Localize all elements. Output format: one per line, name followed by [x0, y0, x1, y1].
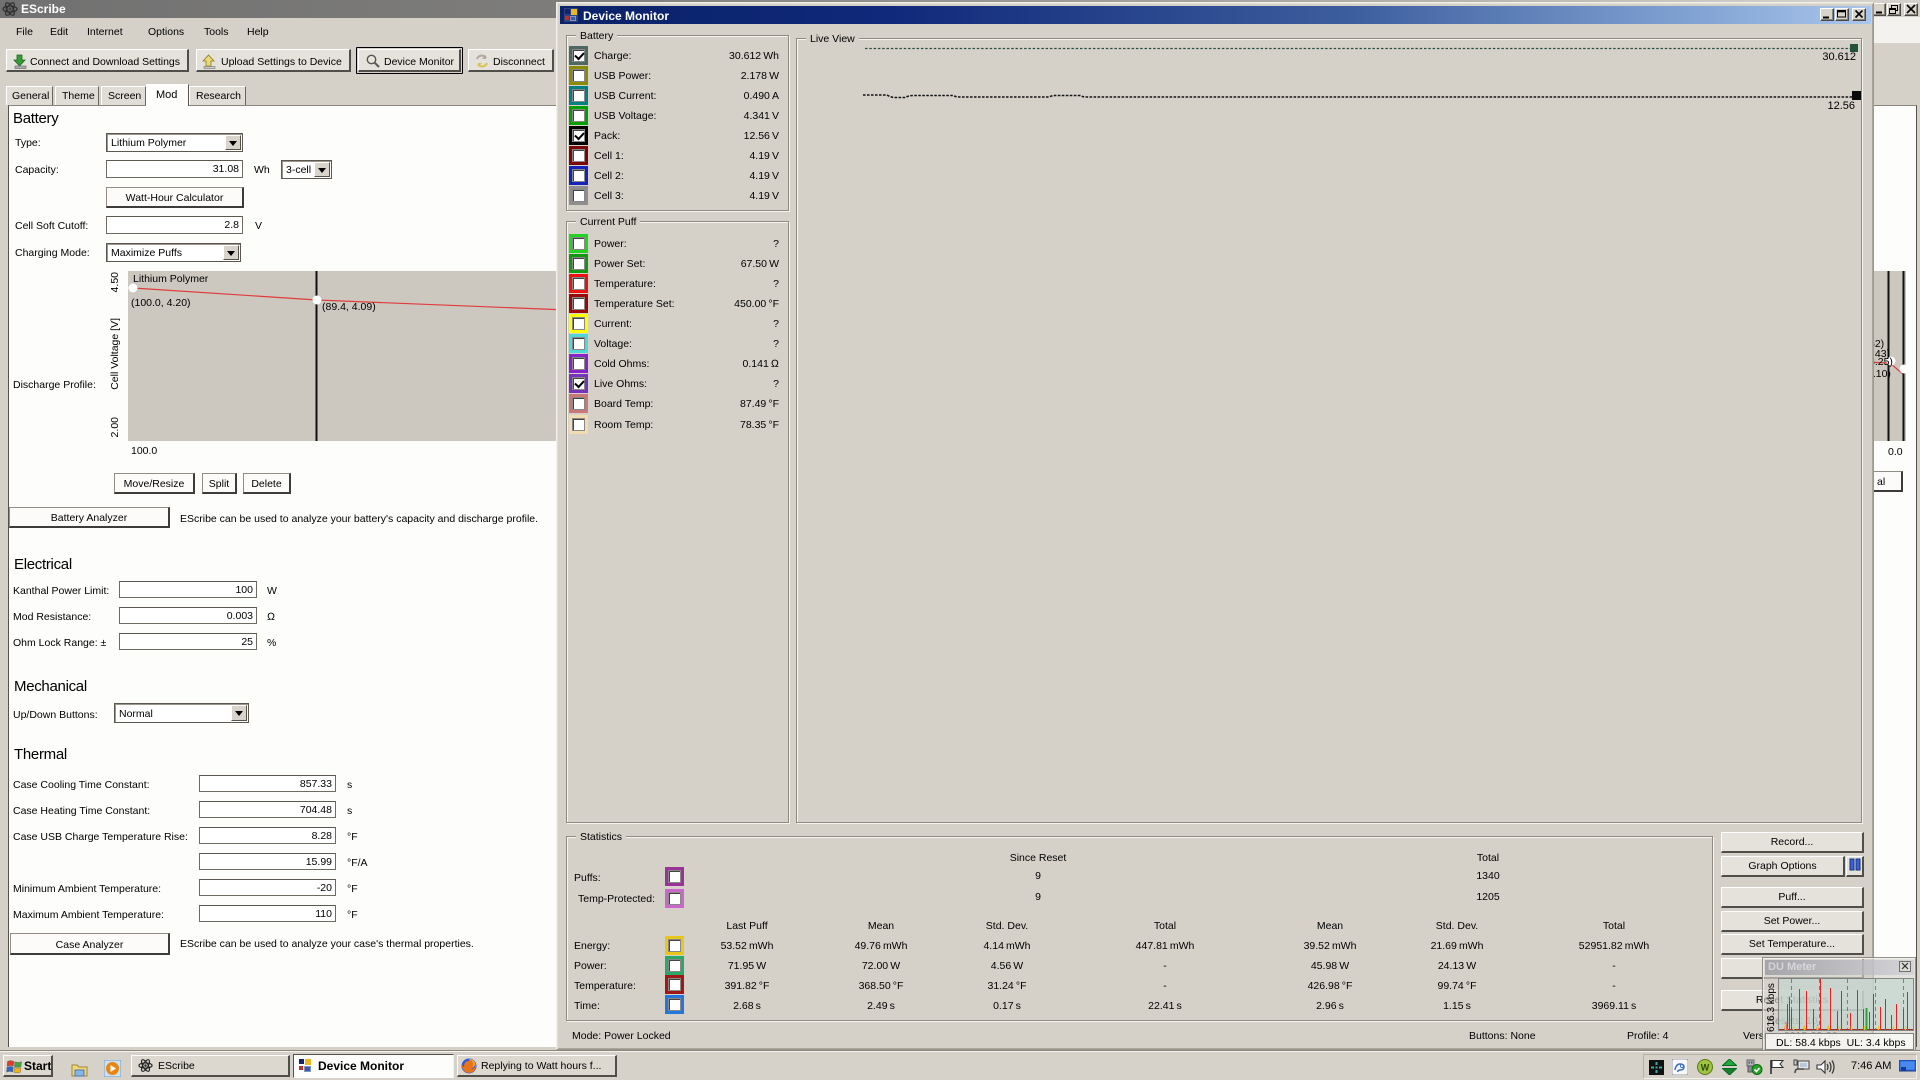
svg-text:W: W	[1701, 1063, 1710, 1073]
